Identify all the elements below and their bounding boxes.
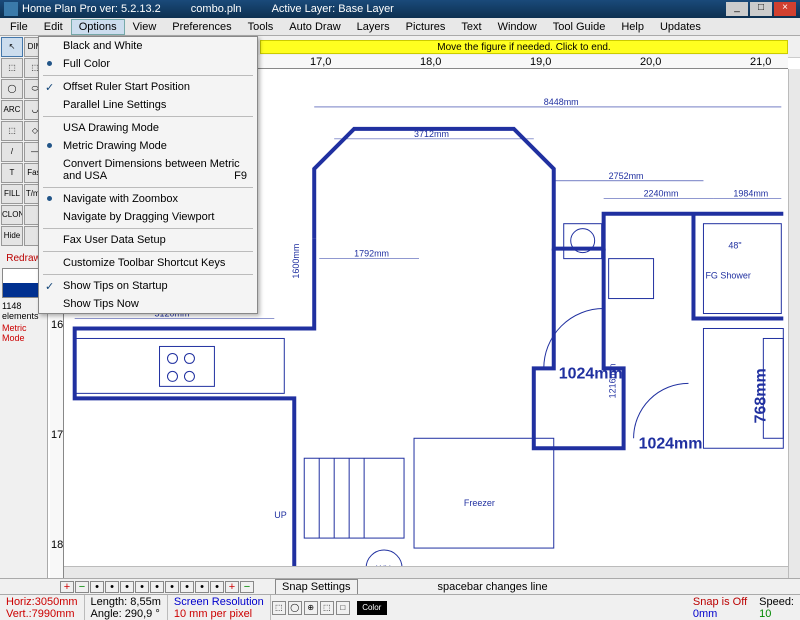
menu-tool-guide[interactable]: Tool Guide (545, 19, 614, 35)
menu-item-show-tips-now[interactable]: Show Tips Now (39, 295, 257, 313)
menu-tools[interactable]: Tools (240, 19, 282, 35)
title-bar: Home Plan Pro ver: 5.2.13.2 combo.pln Ac… (0, 0, 800, 18)
menu-item-navigate-with-zoombox[interactable]: Navigate with Zoombox (39, 190, 257, 208)
options-menu-dropdown: Black and WhiteFull Color ✓Offset Ruler S… (38, 36, 258, 314)
minimize-button[interactable]: _ (726, 2, 748, 16)
menu-item-fax-user-data-setup[interactable]: Fax User Data Setup (39, 231, 257, 249)
snap-value: 0mm (693, 608, 717, 620)
svg-text:2752mm: 2752mm (609, 171, 644, 181)
menu-item-navigate-by-dragging-viewport[interactable]: Navigate by Dragging Viewport (39, 208, 257, 226)
svg-text:1792mm: 1792mm (354, 249, 389, 259)
menu-file[interactable]: File (2, 19, 36, 35)
scrollbar-vertical[interactable] (788, 69, 800, 578)
status-resolution-value: 10 mm per pixel (174, 608, 264, 620)
status-length: Length: 8,55m (91, 596, 161, 608)
menu-item-black-and-white[interactable]: Black and White (39, 37, 257, 55)
zoom-tool-icon[interactable]: ⬚ (320, 601, 334, 615)
menu-layers[interactable]: Layers (349, 19, 398, 35)
zoom-buttons[interactable]: +− ••••••••• +− (60, 581, 255, 593)
svg-text:8448mm: 8448mm (544, 97, 579, 107)
status-vert: Vert.:7990mm (6, 608, 78, 620)
menu-pictures[interactable]: Pictures (398, 19, 454, 35)
menu-view[interactable]: View (125, 19, 165, 35)
svg-text:2240mm: 2240mm (644, 189, 679, 199)
status-horiz: Horiz:3050mm (6, 596, 78, 608)
drawing-mode: Metric Mode (0, 322, 47, 344)
app-icon (4, 2, 18, 16)
svg-text:1984mm: 1984mm (733, 189, 768, 199)
status-angle: Angle: 290,9 ° (91, 608, 161, 620)
tool-button[interactable]: T (1, 163, 23, 183)
svg-text:1600mm: 1600mm (291, 244, 301, 279)
tool-button[interactable]: ⬚ (1, 121, 23, 141)
maximize-button[interactable]: □ (750, 2, 772, 16)
svg-text:1024mm: 1024mm (559, 365, 623, 382)
active-layer: Active Layer: Base Layer (272, 3, 394, 15)
tool-button[interactable]: Hide (1, 226, 23, 246)
menu-help[interactable]: Help (613, 19, 652, 35)
spacebar-hint: spacebar changes line (438, 581, 548, 593)
svg-text:768mm: 768mm (752, 368, 769, 423)
status-bar: Horiz:3050mm Vert.:7990mm Length: 8,55m … (0, 594, 800, 620)
menu-auto-draw[interactable]: Auto Draw (281, 19, 348, 35)
tool-button[interactable]: FILL (1, 184, 23, 204)
speed-label: Speed: (759, 596, 794, 608)
svg-text:Freezer: Freezer (464, 498, 495, 508)
menu-item-full-color[interactable]: Full Color (39, 55, 257, 73)
speed-value: 10 (759, 608, 771, 620)
close-button[interactable]: × (774, 2, 796, 16)
zoom-tool-icon[interactable]: □ (336, 601, 350, 615)
menu-window[interactable]: Window (490, 19, 545, 35)
menu-item-usa-drawing-mode[interactable]: USA Drawing Mode (39, 119, 257, 137)
color-button[interactable]: Color (357, 601, 387, 615)
menu-item-metric-drawing-mode[interactable]: Metric Drawing Mode (39, 137, 257, 155)
tool-button[interactable]: / (1, 142, 23, 162)
status-resolution: Screen Resolution (174, 596, 264, 608)
menu-bar: FileEditOptionsViewPreferencesToolsAuto … (0, 18, 800, 36)
zoom-tool-icon[interactable]: ⊕ (304, 601, 318, 615)
snap-status: Snap is Off (693, 596, 747, 608)
tool-button[interactable]: ↖ (1, 37, 23, 57)
svg-text:UP: UP (274, 510, 286, 520)
zoom-tool-icon[interactable]: ◯ (288, 601, 302, 615)
menu-item-parallel-line-settings[interactable]: Parallel Line Settings (39, 96, 257, 114)
menu-text[interactable]: Text (453, 19, 489, 35)
scrollbar-horizontal[interactable] (64, 566, 788, 578)
bottom-toolbar: +− ••••••••• +− Snap Settings spacebar c… (0, 578, 800, 594)
menu-item-offset-ruler-start-position[interactable]: ✓Offset Ruler Start Position (39, 78, 257, 96)
menu-updates[interactable]: Updates (652, 19, 709, 35)
menu-item-customize-toolbar-shortcut-keys[interactable]: Customize Toolbar Shortcut Keys (39, 254, 257, 272)
tool-button[interactable]: ◯ (1, 79, 23, 99)
svg-text:FG Shower: FG Shower (705, 271, 750, 281)
svg-text:48": 48" (728, 241, 741, 251)
menu-preferences[interactable]: Preferences (164, 19, 239, 35)
zoom-tool-icon[interactable]: ⬚ (272, 601, 286, 615)
hint-bar: Move the figure if needed. Click to end. (260, 40, 788, 54)
app-title: Home Plan Pro ver: 5.2.13.2 (22, 3, 161, 15)
filename: combo.pln (191, 3, 242, 15)
menu-item-convert-dimensions-between-metric-and-usa[interactable]: Convert Dimensions between Metric and US… (39, 155, 257, 185)
svg-text:1024mm: 1024mm (639, 435, 703, 452)
snap-settings-button[interactable]: Snap Settings (275, 579, 358, 595)
menu-item-show-tips-on-startup[interactable]: ✓Show Tips on Startup (39, 277, 257, 295)
tool-button[interactable]: CLONE (1, 205, 23, 225)
menu-edit[interactable]: Edit (36, 19, 71, 35)
tool-button[interactable]: ⬚ (1, 58, 23, 78)
tool-button[interactable]: ARC (1, 100, 23, 120)
menu-options[interactable]: Options (71, 19, 125, 35)
